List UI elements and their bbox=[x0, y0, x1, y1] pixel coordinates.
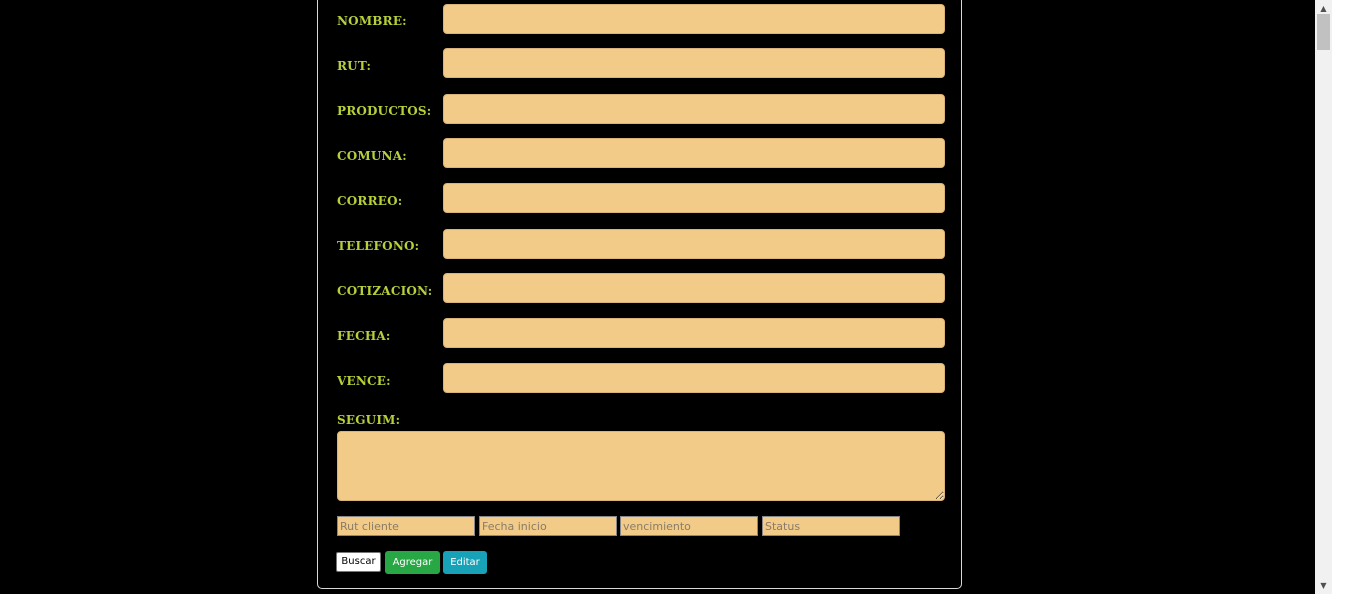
editar-button[interactable]: Editar bbox=[443, 551, 487, 574]
client-form: NOMBRE: RUT: PRODUCTOS: COMUNA: CORREO: … bbox=[317, 0, 962, 589]
page-viewport: NOMBRE: RUT: PRODUCTOS: COMUNA: CORREO: … bbox=[0, 0, 1315, 594]
scrollbar-thumb[interactable] bbox=[1317, 14, 1330, 50]
rut-label: RUT: bbox=[337, 59, 372, 73]
fecha-input[interactable] bbox=[443, 318, 945, 348]
vencimiento-search-input[interactable] bbox=[620, 516, 758, 536]
telefono-label: TELEFONO: bbox=[337, 239, 420, 253]
rut-cliente-search-input[interactable] bbox=[337, 516, 475, 536]
comuna-input[interactable] bbox=[443, 138, 945, 168]
chevron-down-icon[interactable]: ▼ bbox=[1315, 577, 1332, 594]
window-gutter bbox=[1332, 0, 1366, 594]
telefono-input[interactable] bbox=[443, 229, 945, 259]
buscar-button[interactable]: Buscar bbox=[336, 552, 381, 572]
status-search-input[interactable] bbox=[762, 516, 900, 536]
agregar-button[interactable]: Agregar bbox=[385, 551, 440, 574]
nombre-label: NOMBRE: bbox=[337, 14, 407, 28]
rut-input[interactable] bbox=[443, 48, 945, 78]
vertical-scrollbar[interactable]: ▲ ▼ bbox=[1315, 0, 1332, 594]
correo-input[interactable] bbox=[443, 183, 945, 213]
productos-label: PRODUCTOS: bbox=[337, 104, 432, 118]
fecha-label: FECHA: bbox=[337, 329, 391, 343]
seguim-textarea[interactable] bbox=[337, 431, 945, 501]
cotizacion-input[interactable] bbox=[443, 273, 945, 303]
cotizacion-label: COTIZACION: bbox=[337, 284, 433, 298]
correo-label: CORREO: bbox=[337, 194, 403, 208]
vence-input[interactable] bbox=[443, 363, 945, 393]
nombre-input[interactable] bbox=[443, 4, 945, 34]
seguim-label: SEGUIM: bbox=[337, 413, 401, 427]
vence-label: VENCE: bbox=[337, 374, 391, 388]
fecha-inicio-search-input[interactable] bbox=[479, 516, 617, 536]
comuna-label: COMUNA: bbox=[337, 149, 407, 163]
productos-input[interactable] bbox=[443, 94, 945, 124]
